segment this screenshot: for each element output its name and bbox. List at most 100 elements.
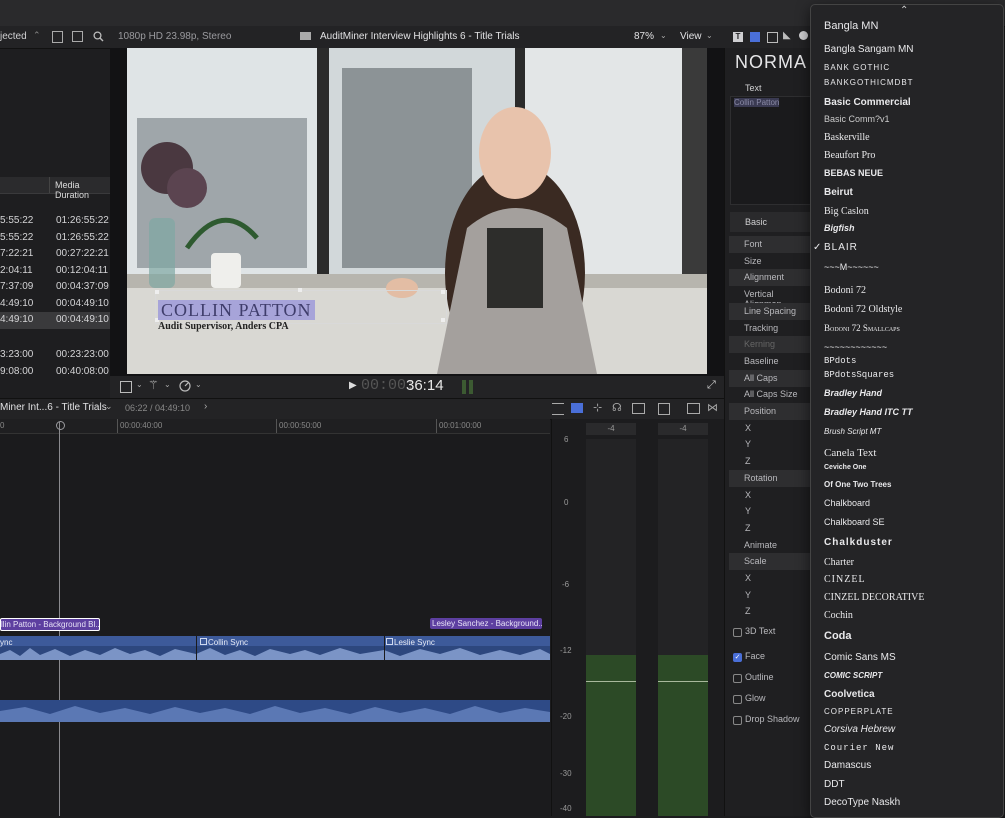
effects-browser-icon[interactable]: [687, 403, 700, 414]
inspector-param-row[interactable]: All Caps: [729, 369, 810, 387]
inspector-param-row[interactable]: X: [729, 570, 810, 587]
font-menu-item[interactable]: DecoType Naskh: [824, 797, 900, 808]
font-menu-item[interactable]: Chalkboard: [824, 498, 870, 508]
font-menu-item[interactable]: BankGothicMdBT: [824, 78, 914, 87]
resize-handle[interactable]: [298, 288, 302, 292]
text-entry-field[interactable]: Collin Patton: [730, 96, 813, 205]
inspector-param-row[interactable]: Y: [729, 503, 810, 520]
inspector-param-row[interactable]: Z: [729, 453, 810, 470]
text-style-preset[interactable]: NORMA: [735, 52, 807, 73]
font-menu-item[interactable]: BPdots: [824, 356, 856, 366]
inspector-param-row[interactable]: Font: [729, 236, 810, 253]
font-menu-item[interactable]: Of One Two Trees: [824, 480, 891, 489]
clip-appearance-icon[interactable]: [658, 403, 670, 415]
inspector-param-row[interactable]: Rotation: [729, 469, 810, 487]
checkbox[interactable]: [733, 674, 742, 683]
scroll-up-arrow[interactable]: ⌃: [900, 5, 908, 16]
transitions-browser-icon[interactable]: ⋈: [707, 401, 718, 414]
browser-clip-row[interactable]: 7:22:21 00:27:22:21: [0, 246, 110, 263]
filter-popup[interactable]: jected: [0, 31, 27, 42]
font-menu-item[interactable]: Cochin: [824, 610, 853, 621]
font-menu-item[interactable]: Basic Commercial: [824, 97, 911, 108]
resize-handle[interactable]: [155, 290, 159, 294]
font-menu-item[interactable]: Chalkduster: [824, 537, 893, 548]
font-menu-item[interactable]: Bodoni 72 Smallcaps: [824, 323, 900, 333]
color-inspector-icon[interactable]: ◣: [783, 30, 791, 41]
text-entry-value[interactable]: Collin Patton: [734, 98, 780, 107]
play-button[interactable]: ▶: [349, 380, 357, 391]
font-menu-item[interactable]: Ceviche One: [824, 464, 866, 471]
font-menu-item[interactable]: Comic Script: [824, 671, 882, 680]
audio-lanes-icon[interactable]: [552, 403, 564, 415]
font-menu-item[interactable]: Coolvetica: [824, 689, 875, 700]
magic-wand-icon[interactable]: ⚚: [148, 378, 159, 392]
inspector-param-row[interactable]: Z: [729, 520, 810, 537]
inspector-param-row[interactable]: Size: [729, 253, 810, 270]
list-view-icon[interactable]: [52, 31, 63, 43]
checkbox[interactable]: [733, 695, 742, 704]
inspector-param-row[interactable]: Line Spacing: [729, 302, 810, 320]
browser-clip-row[interactable]: 9:08:00 00:40:08:00: [0, 364, 110, 381]
browser-clip-row[interactable]: 5:55:22 01:26:55:22: [0, 213, 110, 230]
font-menu-item[interactable]: Beaufort Pro: [824, 150, 875, 161]
zoom-popup[interactable]: 87%: [634, 31, 654, 42]
font-menu-item[interactable]: Damascus: [824, 760, 871, 771]
resize-handle[interactable]: [441, 290, 445, 294]
inspector-param-row[interactable]: Tracking: [729, 320, 810, 337]
font-menu-item[interactable]: Bodoni 72: [824, 285, 866, 296]
inspector-param-row[interactable]: All Caps Size: [729, 386, 810, 403]
inspector-param-row[interactable]: Vertical Alignmen: [729, 286, 810, 309]
fullscreen-icon[interactable]: ⤢: [707, 379, 716, 392]
font-menu-item[interactable]: Courier New: [824, 743, 894, 753]
inspector-param-row[interactable]: Animate: [729, 537, 810, 554]
background-audio-clip[interactable]: [0, 700, 550, 722]
primary-storyline[interactable]: [0, 636, 550, 660]
video-inspector-icon[interactable]: [767, 32, 778, 43]
title-clip-collin[interactable]: llin Patton - Background Bl...: [0, 618, 100, 631]
timeline-project-name[interactable]: Miner Int...6 - Title Trials: [0, 402, 107, 413]
font-menu-item[interactable]: ~~~~~~~~~~~~: [824, 342, 887, 352]
inspector-param-row[interactable]: Baseline: [729, 353, 810, 370]
chevron-right-icon[interactable]: ›: [204, 401, 207, 412]
view-popup[interactable]: View: [680, 31, 702, 42]
font-menu-item[interactable]: BPdotsSquares: [824, 370, 894, 380]
font-menu-item[interactable]: ~~~M~~~~~~: [824, 262, 879, 272]
inspector-param-row[interactable]: X: [729, 487, 810, 504]
checkbox[interactable]: ✓: [733, 653, 742, 662]
speed-icon[interactable]: [179, 380, 191, 392]
browser-clip-row[interactable]: 4:49:10 00:04:49:10: [0, 296, 110, 313]
font-menu-item[interactable]: Charter: [824, 557, 854, 568]
font-menu-item[interactable]: Comic Sans MS: [824, 652, 896, 663]
skimming-icon[interactable]: [571, 403, 583, 413]
font-menu-item[interactable]: Bangla MN: [824, 20, 878, 32]
timecode-display[interactable]: 36:14: [406, 377, 444, 394]
solo-icon[interactable]: [632, 403, 645, 414]
title-role-text[interactable]: Audit Supervisor, Anders CPA: [158, 321, 289, 332]
filmstrip-icon[interactable]: [72, 31, 83, 42]
inspector-param-row[interactable]: X: [729, 420, 810, 437]
inspector-param-row[interactable]: Scale: [729, 553, 810, 571]
font-menu-item[interactable]: Big Caslon: [824, 206, 869, 217]
inspector-param-row[interactable]: Alignment: [729, 269, 810, 287]
font-menu-item[interactable]: Coda: [824, 630, 852, 642]
inspector-param-row[interactable]: Z: [729, 603, 810, 620]
browser-clip-row[interactable]: 7:37:09 00:04:37:09: [0, 279, 110, 296]
title-inspector-icon[interactable]: [750, 32, 760, 42]
font-menu-item[interactable]: Baskerville: [824, 132, 870, 143]
font-menu-item[interactable]: Cinzel: [824, 574, 866, 585]
checkbox[interactable]: [733, 628, 742, 637]
basic-section-header[interactable]: Basic: [730, 212, 811, 232]
font-menu-item[interactable]: Bradley Hand ITC TT: [824, 407, 913, 417]
font-menu-item[interactable]: Beirut: [824, 187, 853, 198]
title-clip-lesley[interactable]: Lesley Sanchez - Background...: [430, 618, 542, 629]
title-name-text[interactable]: Collin Patton: [158, 300, 315, 320]
text-inspector-icon[interactable]: T: [733, 32, 743, 42]
font-menu-item[interactable]: Brush Script MT: [824, 427, 881, 436]
checkbox[interactable]: [733, 716, 742, 725]
font-menu-item[interactable]: Canela Text: [824, 447, 876, 459]
inspector-param-row[interactable]: Position: [729, 403, 810, 420]
media-duration-header[interactable]: Media Duration: [55, 180, 110, 200]
info-inspector-icon[interactable]: [799, 31, 808, 40]
font-menu-item[interactable]: Bank Gothic: [824, 63, 890, 72]
font-menu-item[interactable]: Bangla Sangam MN: [824, 44, 914, 55]
